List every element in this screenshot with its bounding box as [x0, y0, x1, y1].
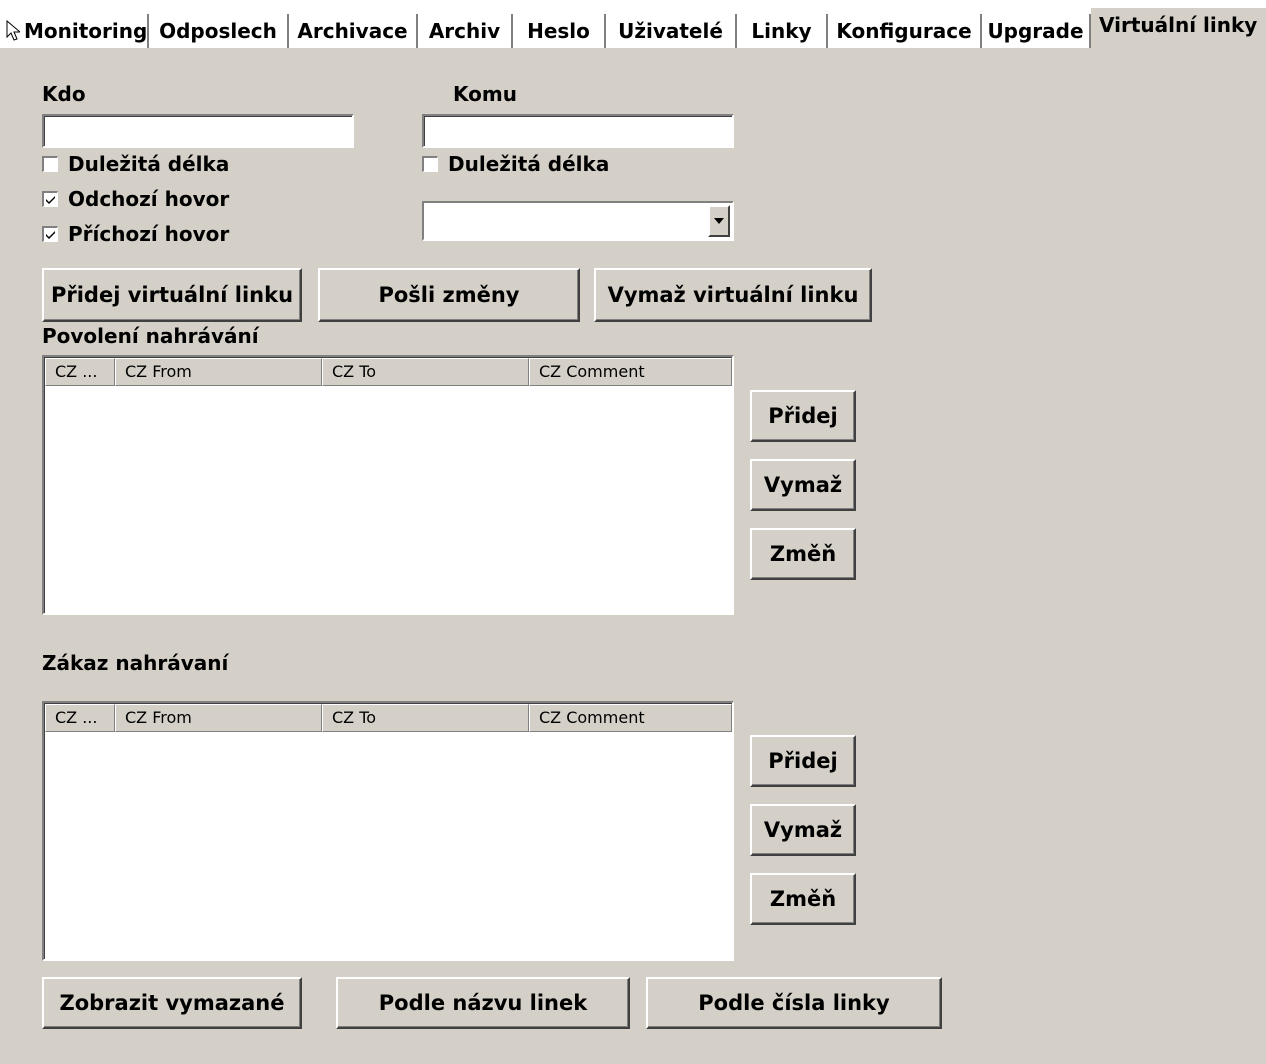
chevron-down-icon[interactable] [708, 205, 730, 237]
sort-by-line-number-button[interactable]: Podle čísla linky [646, 977, 942, 1029]
delete-virtual-line-button[interactable]: Vymaž virtuální linku [594, 268, 872, 322]
kdo-label: Kdo [42, 82, 86, 106]
column-header-comment[interactable]: CZ Comment [529, 358, 732, 386]
deny-add-button[interactable]: Přidej [750, 735, 856, 787]
kdo-input[interactable] [42, 114, 354, 148]
tab-bar: Monitoring Odposlech Archivace Archiv He… [0, 0, 1266, 48]
column-header-from[interactable]: CZ From [115, 704, 322, 732]
checkmark-icon [46, 231, 55, 239]
checkbox-label: Duležitá délka [68, 152, 230, 176]
tab-virtualni-linky[interactable]: Virtuální linky [1091, 8, 1266, 48]
deny-delete-button[interactable]: Vymaž [750, 804, 856, 856]
allow-add-button[interactable]: Přidej [750, 390, 856, 442]
list-header: CZ ... CZ From CZ To CZ Comment [45, 358, 732, 386]
column-header-from[interactable]: CZ From [115, 358, 322, 386]
tab-archiv[interactable]: Archiv [418, 14, 513, 48]
column-header-cz[interactable]: CZ ... [45, 358, 115, 386]
komu-important-length-checkbox[interactable]: Duležitá délka [422, 152, 609, 176]
komu-input[interactable] [422, 114, 734, 148]
allow-change-button[interactable]: Změň [750, 528, 856, 580]
kdo-important-length-checkbox[interactable]: Duležitá délka [42, 152, 229, 176]
tab-heslo[interactable]: Heslo [513, 14, 606, 48]
line-select-dropdown[interactable] [422, 201, 734, 241]
allow-recording-list[interactable]: CZ ... CZ From CZ To CZ Comment [42, 355, 734, 615]
tab-uzivatele[interactable]: Uživatelé [606, 14, 737, 48]
tab-monitoring[interactable]: Monitoring [20, 14, 149, 48]
checkbox-label: Příchozí hovor [68, 222, 230, 246]
column-header-comment[interactable]: CZ Comment [529, 704, 732, 732]
checkbox-box [42, 226, 58, 242]
outgoing-call-checkbox[interactable]: Odchozí hovor [42, 187, 229, 211]
tab-archivace[interactable]: Archivace [289, 14, 418, 48]
add-virtual-line-button[interactable]: Přidej virtuální linku [42, 268, 302, 322]
tab-linky[interactable]: Linky [737, 14, 828, 48]
incoming-call-checkbox[interactable]: Příchozí hovor [42, 222, 229, 246]
checkbox-label: Odchozí hovor [68, 187, 230, 211]
column-header-to[interactable]: CZ To [322, 358, 529, 386]
checkmark-icon [46, 196, 55, 204]
checkbox-box [42, 191, 58, 207]
column-header-to[interactable]: CZ To [322, 704, 529, 732]
checkbox-box [42, 156, 58, 172]
checkbox-box [422, 156, 438, 172]
tab-upgrade[interactable]: Upgrade [982, 14, 1091, 48]
show-deleted-button[interactable]: Zobrazit vymazané [42, 977, 302, 1029]
sort-by-line-name-button[interactable]: Podle názvu linek [336, 977, 630, 1029]
allow-recording-title: Povolení nahrávání [42, 324, 259, 348]
tab-odposlech[interactable]: Odposlech [149, 14, 289, 48]
column-header-cz[interactable]: CZ ... [45, 704, 115, 732]
allow-delete-button[interactable]: Vymaž [750, 459, 856, 511]
send-changes-button[interactable]: Pošli změny [318, 268, 580, 322]
tab-konfigurace[interactable]: Konfigurace [828, 14, 982, 48]
deny-change-button[interactable]: Změň [750, 873, 856, 925]
deny-recording-list[interactable]: CZ ... CZ From CZ To CZ Comment [42, 701, 734, 961]
deny-recording-title: Zákaz nahrávaní [42, 651, 229, 675]
list-header: CZ ... CZ From CZ To CZ Comment [45, 704, 732, 732]
checkbox-label: Duležitá délka [448, 152, 610, 176]
komu-label: Komu [453, 82, 517, 106]
